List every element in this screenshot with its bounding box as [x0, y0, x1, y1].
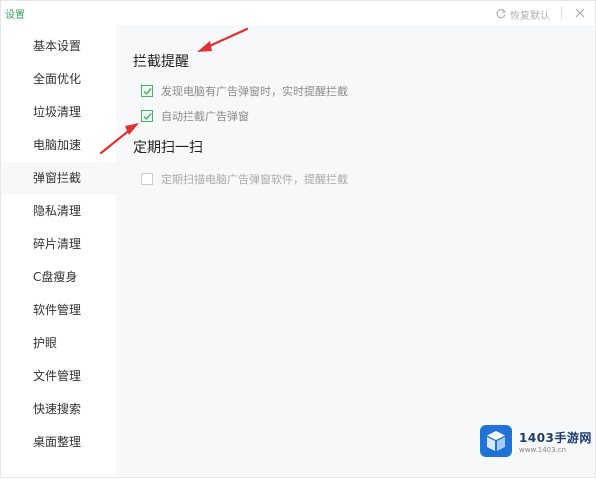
title-bar: 设置 恢复默认 [1, 1, 595, 25]
settings-content: 拦截提醒 发现电脑有广告弹窗时，实时提醒拦截 自动拦截广告弹窗 定期扫一扫 定期… [116, 25, 595, 477]
refresh-icon [495, 8, 507, 20]
window-title: 设置 [5, 10, 25, 21]
settings-sidebar: 基本设置 全面优化 垃圾清理 电脑加速 弹窗拦截 隐私清理 碎片清理 C盘瘦身 … [1, 25, 116, 477]
option-periodic-scan[interactable]: 定期扫描电脑广告弹窗软件，提醒拦截 [141, 171, 348, 187]
section-title-scan: 定期扫一扫 [133, 140, 203, 156]
sidebar-item-speedup[interactable]: 电脑加速 [1, 129, 116, 161]
sidebar-item-defrag[interactable]: 碎片清理 [1, 228, 116, 260]
restore-defaults-label: 恢复默认 [510, 10, 550, 22]
sidebar-item-c-drive[interactable]: C盘瘦身 [1, 261, 116, 293]
sidebar-item-search[interactable]: 快速搜索 [1, 393, 116, 425]
close-icon [575, 3, 585, 22]
cube-logo-icon [480, 425, 512, 457]
sidebar-item-junk-clean[interactable]: 垃圾清理 [1, 96, 116, 128]
sidebar-item-eye-care[interactable]: 护眼 [1, 327, 116, 359]
title-divider [561, 7, 562, 19]
site-watermark: 1403手游网 www.1403.cn [479, 421, 594, 461]
check-icon [143, 112, 152, 120]
close-button[interactable] [573, 5, 587, 19]
sidebar-item-privacy[interactable]: 隐私清理 [1, 195, 116, 227]
check-icon [143, 87, 152, 95]
sidebar-item-basic[interactable]: 基本设置 [1, 30, 116, 62]
option-realtime-alert[interactable]: 发现电脑有广告弹窗时，实时提醒拦截 [141, 83, 348, 99]
sidebar-item-files[interactable]: 文件管理 [1, 360, 116, 392]
checkbox-periodic-scan[interactable] [141, 173, 153, 185]
option-label-periodic-scan: 定期扫描电脑广告弹窗软件，提醒拦截 [161, 173, 348, 186]
sidebar-item-optimize[interactable]: 全面优化 [1, 63, 116, 95]
checkbox-auto-block[interactable] [141, 110, 153, 122]
option-label-realtime-alert: 发现电脑有广告弹窗时，实时提醒拦截 [161, 85, 348, 98]
settings-window: 设置 恢复默认 基本设置 全面优化 垃圾清理 电脑加速 弹窗拦截 隐私清理 碎片… [0, 0, 596, 478]
section-title-intercept: 拦截提醒 [133, 54, 189, 70]
watermark-url: www.1403.cn [519, 445, 567, 454]
sidebar-item-software[interactable]: 软件管理 [1, 294, 116, 326]
option-auto-block[interactable]: 自动拦截广告弹窗 [141, 108, 249, 124]
sidebar-item-desktop[interactable]: 桌面整理 [1, 426, 116, 458]
sidebar-item-popup-block[interactable]: 弹窗拦截 [1, 162, 116, 194]
watermark-name: 1403手游网 [519, 430, 592, 445]
option-label-auto-block: 自动拦截广告弹窗 [161, 110, 249, 123]
checkbox-realtime-alert[interactable] [141, 85, 153, 97]
restore-defaults-button[interactable]: 恢复默认 [495, 7, 550, 22]
